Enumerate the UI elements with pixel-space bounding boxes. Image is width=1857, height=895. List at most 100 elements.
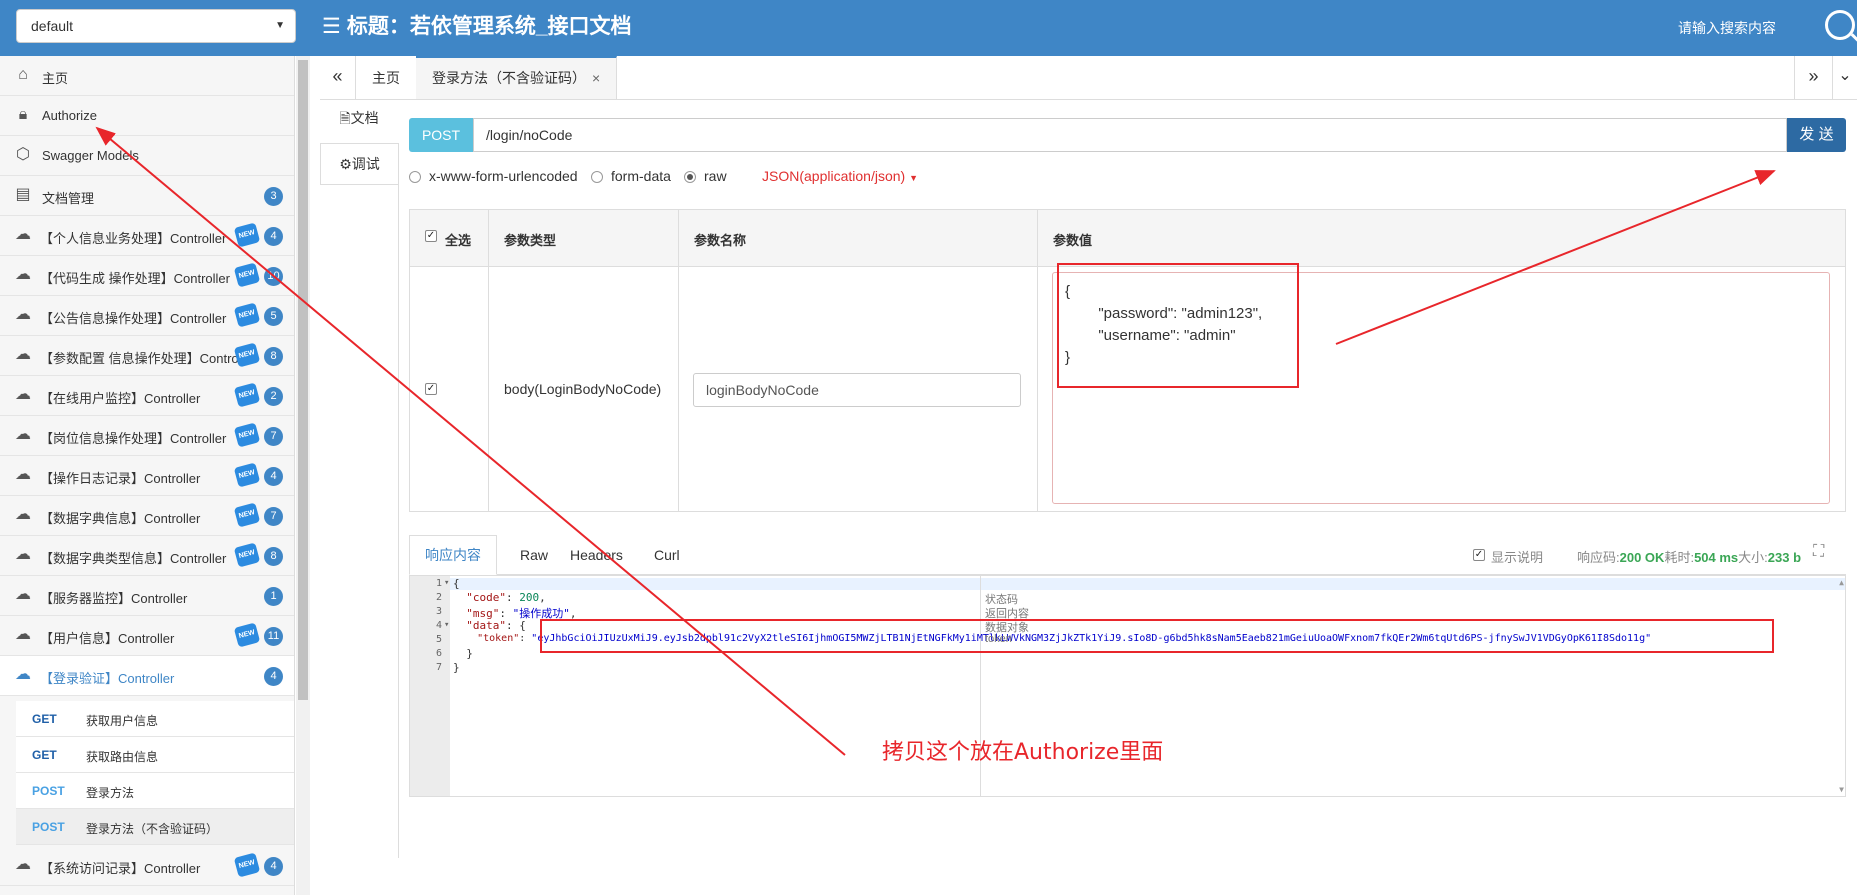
sidebar-item-controller[interactable]: ☁ 【用户信息】Controller NEW 11 (0, 616, 294, 656)
sidebar-item-controller[interactable]: ☁ 【服务器监控】Controller 1 (0, 576, 294, 616)
tabs-menu-button[interactable]: ⌄ (1832, 56, 1857, 99)
method-label: POST (32, 784, 65, 798)
sidebar-item-label: Authorize (42, 108, 97, 123)
cloud-icon: ☁ (15, 346, 31, 363)
sidebar-item-controller-login[interactable]: ☁ 【登录验证】Controller 4 (0, 656, 294, 696)
count-badge: 10 (264, 267, 283, 286)
tab-home[interactable]: 主页 (356, 56, 417, 99)
count-badge: 7 (264, 427, 283, 446)
scroll-up-icon[interactable]: ▲ (1839, 578, 1844, 587)
sidebar-item-label: 主页 (42, 71, 69, 86)
api-item[interactable]: POST 登录方法 (16, 773, 294, 809)
tab-response-content[interactable]: 响应内容 (409, 535, 497, 575)
row-checkbox[interactable]: ✓ (425, 383, 437, 395)
url-input[interactable]: /login/noCode (473, 118, 1787, 152)
header-type: 参数类型 (504, 233, 557, 248)
tab-bar: « 主页 登录方法（不含验证码） × » ⌄ (320, 56, 1857, 100)
radio-raw[interactable] (684, 171, 696, 183)
response-tabs: 响应内容 Raw Headers Curl ✓ 显示说明 响应码:200 OK耗… (409, 535, 1846, 575)
sidebar-item-home[interactable]: ⌂ 主页 (0, 56, 294, 96)
page-title-text: 标题：若依管理系统_接口文档 (346, 15, 632, 38)
tabs-scroll-right-button[interactable]: » (1794, 56, 1832, 99)
sidebar-item-controller[interactable]: ☁ 【操作日志记录】Controller NEW 4 (0, 456, 294, 496)
sidebar-item-controller[interactable]: ☁ 【代码生成 操作处理】Controller NEW 10 (0, 256, 294, 296)
sidebar-item-label: 【个人信息业务处理】Controller (40, 231, 227, 246)
search-input[interactable]: 请输入搜索内容 (1678, 18, 1776, 38)
new-badge: NEW (233, 622, 261, 648)
tab-debug[interactable]: ⚙调试 (320, 143, 398, 185)
sidebar-item-controller[interactable]: ☁ 【数据字典类型信息】Controller NEW 8 (0, 536, 294, 576)
send-button[interactable]: 发 送 (1787, 118, 1846, 152)
sidebar-item-label: 【用户信息】Controller (40, 631, 175, 646)
tab-debug-label: 调试 (351, 156, 380, 172)
close-icon[interactable]: × (592, 70, 600, 86)
menu-icon[interactable]: ☰ (322, 11, 341, 43)
chevron-down-icon: ▼ (275, 20, 285, 31)
sidebar-item-label: 【服务器监控】Controller (40, 591, 188, 606)
api-item[interactable]: GET 获取用户信息 (16, 701, 294, 737)
count-badge: 5 (264, 307, 283, 326)
param-type: body(LoginBodyNoCode) (504, 381, 662, 397)
sidebar-item-controller[interactable]: ☁ 【公告信息操作处理】Controller NEW 5 (0, 296, 294, 336)
show-desc-checkbox[interactable]: ✓ (1473, 549, 1485, 561)
sidebar-item-authorize[interactable]: 🔒︎ Authorize (0, 96, 294, 136)
group-select[interactable]: default ▼ (16, 9, 296, 43)
scroll-down-icon[interactable]: ▼ (1839, 785, 1844, 794)
param-name-input[interactable]: loginBodyNoCode (693, 373, 1021, 407)
cloud-icon: ☁ (15, 586, 31, 603)
code-line: { (453, 577, 460, 590)
tab-login-nocode[interactable]: 登录方法（不含验证码） × (416, 56, 618, 99)
tab-doc[interactable]: 🗎︎文档 (320, 100, 398, 144)
radio-label: raw (704, 168, 727, 184)
cloud-icon: ☁ (15, 266, 31, 283)
cloud-icon: ☁ (15, 306, 31, 323)
method-label: POST (32, 820, 65, 834)
sidebar-item-label: 【系统访问记录】Controller (40, 861, 201, 876)
radio-form-data[interactable] (591, 171, 603, 183)
sidebar-item-controller[interactable]: ☁ 【系统访问记录】Controller NEW 4 (0, 846, 294, 886)
scrollbar-thumb[interactable] (298, 60, 308, 700)
sidebar-item-controller[interactable]: ☁ 【数据字典信息】Controller NEW 7 (0, 496, 294, 536)
sidebar-item-swagger-models[interactable]: ⬡ Swagger Models (0, 136, 294, 176)
tab-headers[interactable]: Headers (555, 535, 638, 575)
sidebar-item-doc-manage[interactable]: ▤ 文档管理 3 (0, 176, 294, 216)
radio-urlencoded[interactable] (409, 171, 421, 183)
cloud-icon: ☁ (15, 626, 31, 643)
col-divider (1037, 210, 1038, 511)
api-item[interactable]: GET 获取路由信息 (16, 737, 294, 773)
line-number: 1 (410, 578, 449, 589)
response-meta: 响应码:200 OK耗时:504 ms大小:233 b (1577, 547, 1801, 566)
doc-settings-icon: ▤ (15, 186, 31, 203)
method-label: GET (32, 748, 57, 762)
annotation-text: 拷贝这个放在Authorize里面 (882, 740, 1164, 765)
code-scrollbar[interactable]: ▲ ▼ (1835, 576, 1845, 796)
expand-icon[interactable]: ⛶ (1813, 543, 1824, 561)
content-type-dropdown[interactable]: JSON(application/json) ▼ (762, 168, 918, 184)
show-desc-label: 显示说明 (1491, 550, 1544, 565)
sidebar-item-controller[interactable]: ☁ 【岗位信息操作处理】Controller NEW 7 (0, 416, 294, 456)
new-badge: NEW (233, 222, 261, 248)
tabs-scroll-left-button[interactable]: « (320, 56, 356, 99)
select-all-checkbox[interactable]: ✓ (425, 230, 437, 242)
content-type-label: JSON(application/json) (762, 168, 906, 184)
json-key: "data" (466, 619, 506, 632)
sidebar-scrollbar[interactable] (296, 56, 310, 895)
count-badge: 4 (264, 667, 283, 686)
header-select-all: 全选 (445, 233, 472, 248)
new-badge: NEW (233, 502, 261, 528)
search-icon[interactable] (1825, 10, 1855, 40)
count-badge: 2 (264, 387, 283, 406)
active-line-highlight (450, 578, 1845, 590)
radio-label: form-data (611, 168, 671, 184)
sidebar-item-controller[interactable]: ☁ 【个人信息业务处理】Controller NEW 4 (0, 216, 294, 256)
col-divider (678, 210, 679, 511)
cloud-icon: ☁ (15, 506, 31, 523)
api-item-active[interactable]: POST 登录方法（不含验证码） (16, 809, 294, 845)
count-badge: 8 (264, 347, 283, 366)
tab-curl[interactable]: Curl (639, 535, 695, 575)
sidebar-item-controller[interactable]: ☁ 【在线用户监控】Controller NEW 2 (0, 376, 294, 416)
sidebar-item-label: 【代码生成 操作处理】Controller (40, 271, 230, 286)
sidebar-item-controller[interactable]: ☁ 【参数配置 信息操作处理】Controller NEW 8 (0, 336, 294, 376)
doc-icon: 🗎︎ (339, 110, 351, 126)
annotation-box-json (1057, 263, 1299, 388)
